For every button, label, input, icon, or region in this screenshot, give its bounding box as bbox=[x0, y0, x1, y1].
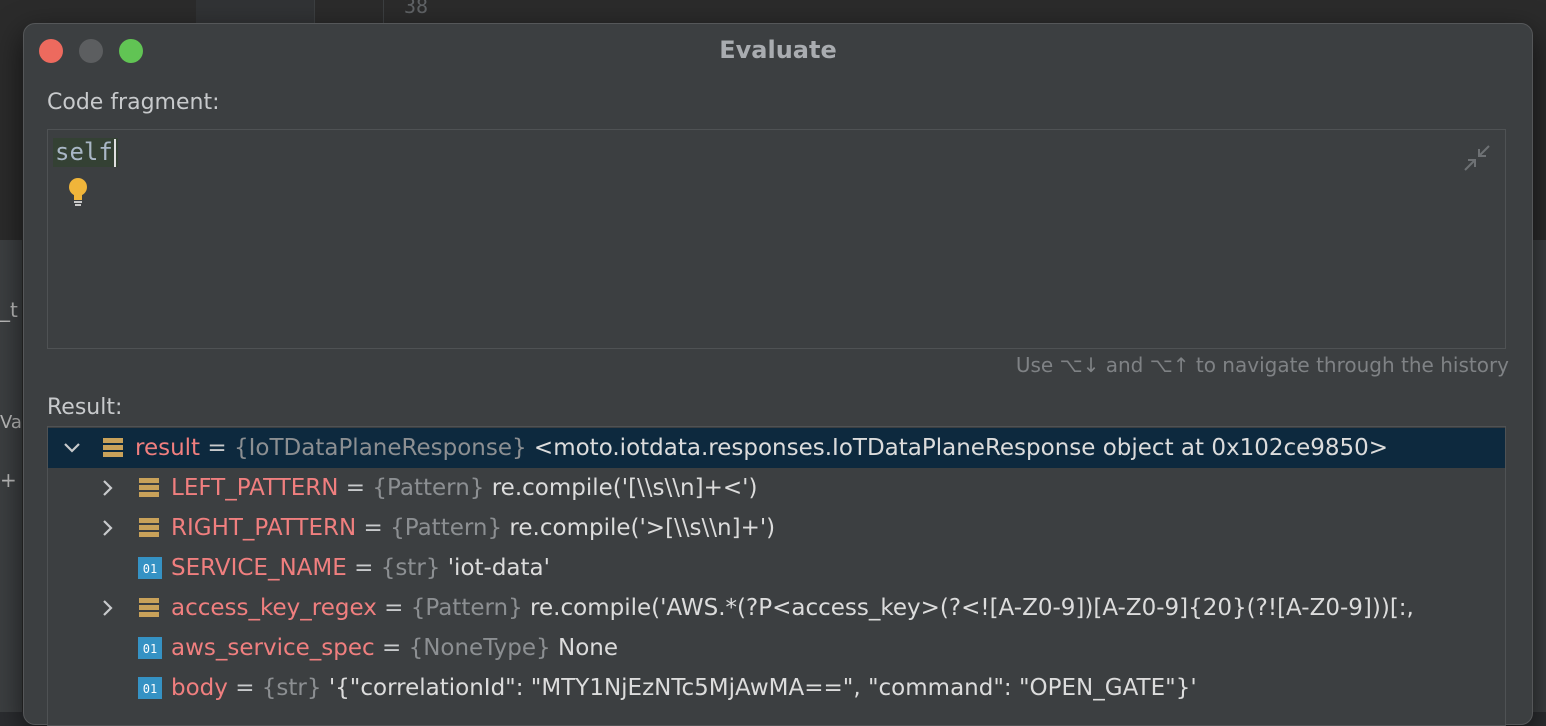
dialog-title: Evaluate bbox=[719, 36, 837, 64]
text-caret bbox=[113, 139, 116, 167]
evaluate-dialog: Evaluate Code fragment: self Use ⌥↓ and … bbox=[23, 23, 1533, 726]
editor-divider bbox=[383, 0, 384, 24]
tree-row-text: RIGHT_PATTERN = {Pattern} re.compile('>[… bbox=[171, 515, 776, 541]
tree-row-text: aws_service_spec = {NoneType} None bbox=[171, 635, 618, 661]
primitive-icon: 01 bbox=[138, 677, 162, 699]
svg-text:01: 01 bbox=[143, 682, 157, 696]
tree-row-text: body = {str} '{"correlationId": "MTY1NjE… bbox=[171, 675, 1197, 701]
chevron-right-icon[interactable] bbox=[98, 518, 118, 538]
code-text[interactable]: self bbox=[53, 138, 118, 167]
svg-text:01: 01 bbox=[143, 642, 157, 656]
chevron-right-icon[interactable] bbox=[98, 598, 118, 618]
tree-row[interactable]: access_key_regex = {Pattern} re.compile(… bbox=[48, 588, 1505, 628]
primitive-icon: 01 bbox=[138, 557, 162, 579]
result-label: Result: bbox=[47, 395, 123, 420]
chevron-right-icon[interactable] bbox=[98, 478, 118, 498]
chevron-down-icon[interactable] bbox=[62, 438, 82, 458]
tree-row-text: SERVICE_NAME = {str} 'iot-data' bbox=[171, 555, 550, 581]
object-icon bbox=[139, 518, 159, 537]
tree-row-text: access_key_regex = {Pattern} re.compile(… bbox=[171, 595, 1414, 621]
tree-row-text: result = {IoTDataPlaneResponse} <moto.io… bbox=[135, 435, 1389, 461]
panel-fragment: Va bbox=[0, 412, 22, 433]
tree-row[interactable]: 01 aws_service_spec = {NoneType} None bbox=[48, 628, 1505, 668]
tree-row[interactable]: 01 body = {str} '{"correlationId": "MTY1… bbox=[48, 668, 1505, 708]
tree-row[interactable]: 01 SERVICE_NAME = {str} 'iot-data' bbox=[48, 548, 1505, 588]
primitive-icon: 01 bbox=[138, 637, 162, 659]
panel-fragment: + bbox=[0, 468, 17, 492]
tree-row[interactable]: LEFT_PATTERN = {Pattern} re.compile('[\\… bbox=[48, 468, 1505, 508]
result-tree[interactable]: result = {IoTDataPlaneResponse} <moto.io… bbox=[47, 426, 1506, 726]
tree-row-text: LEFT_PATTERN = {Pattern} re.compile('[\\… bbox=[171, 475, 758, 501]
svg-text:01: 01 bbox=[143, 562, 157, 576]
collapse-icon[interactable] bbox=[1463, 144, 1491, 172]
title-bar[interactable]: Evaluate bbox=[24, 24, 1532, 76]
left-tool-panel: _t Va + bbox=[0, 240, 22, 712]
tree-row[interactable]: result = {IoTDataPlaneResponse} <moto.io… bbox=[48, 428, 1505, 468]
object-icon bbox=[139, 598, 159, 617]
object-icon bbox=[139, 478, 159, 497]
code-fragment-editor[interactable]: self bbox=[47, 129, 1506, 349]
history-hint: Use ⌥↓ and ⌥↑ to navigate through the hi… bbox=[1015, 353, 1509, 377]
right-tool-strip bbox=[1532, 240, 1546, 712]
code-fragment-label: Code fragment: bbox=[47, 90, 220, 115]
line-number: 38 bbox=[404, 0, 429, 18]
panel-fragment: _t bbox=[0, 298, 18, 322]
object-icon bbox=[103, 438, 123, 457]
editor-gutter: 38 bbox=[196, 0, 428, 24]
lightbulb-icon[interactable] bbox=[66, 176, 90, 208]
tree-row[interactable]: RIGHT_PATTERN = {Pattern} re.compile('>[… bbox=[48, 508, 1505, 548]
